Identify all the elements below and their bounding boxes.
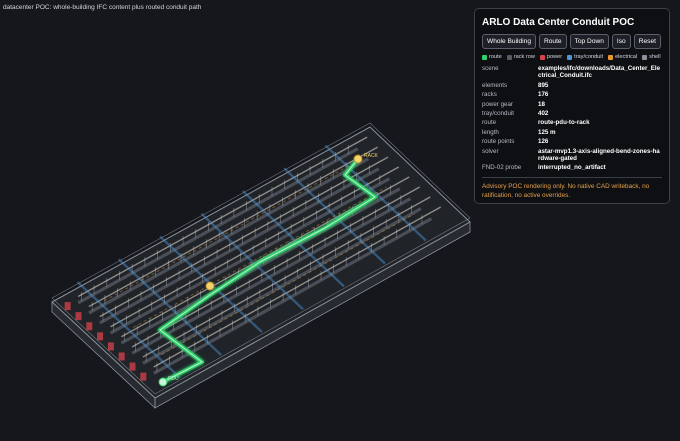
power-unit (140, 372, 147, 381)
detail-value: 126 (538, 138, 549, 146)
view-buttons: Whole Building Route Top Down Iso Reset (482, 34, 662, 49)
detail-value: interrupted_no_artifact (538, 164, 606, 172)
legend-item-electrical: electrical (608, 54, 637, 60)
route-swatch-icon (482, 54, 487, 60)
detail-value: 18 (538, 100, 545, 108)
detail-value: 402 (538, 110, 549, 118)
power-unit (107, 342, 114, 351)
legend-item-rack-row: rack row (506, 54, 535, 60)
legend-item-tray-conduit: tray/conduit (567, 54, 603, 60)
detail-key: elements (482, 81, 508, 89)
top-down-button[interactable]: Top Down (569, 34, 609, 49)
detail-key: length (482, 128, 499, 136)
panel-divider (482, 176, 662, 178)
detail-key: racks (482, 91, 497, 99)
detail-key: scene (482, 65, 499, 72)
power-unit (97, 332, 104, 341)
route-start-marker (158, 377, 168, 387)
details-table: scene examples/ifc/downloads/Data_Center_… (482, 65, 662, 172)
detail-key: FND-02 probe (482, 164, 522, 172)
power-unit (64, 302, 71, 311)
rack-row-swatch-icon (506, 54, 512, 60)
power-unit (86, 322, 93, 331)
reset-button[interactable]: Reset (633, 34, 661, 49)
legend-item-power: power (539, 54, 562, 60)
route-button[interactable]: Route (538, 34, 567, 49)
whole-building-button[interactable]: Whole Building (482, 34, 536, 49)
detail-value: 125 m (538, 128, 556, 136)
power-unit (118, 352, 125, 361)
power-unit (75, 312, 82, 321)
route-start-label: PDU (168, 376, 179, 382)
tray-conduit-swatch-icon (567, 54, 573, 60)
electrical-swatch-icon (608, 54, 614, 60)
power-unit (129, 362, 136, 371)
route-end-marker (353, 154, 363, 164)
detail-key: solver (482, 147, 499, 155)
power-swatch-icon (539, 54, 545, 60)
legend: route rack row power tray/conduit electr… (482, 54, 662, 60)
iso-button[interactable]: Iso (611, 34, 631, 49)
panel-title: ARLO Data Center Conduit POC (482, 17, 635, 28)
detail-value: 176 (538, 91, 549, 99)
detail-key: tray/conduit (482, 110, 514, 118)
probe-marker (205, 281, 215, 291)
detail-key: route (482, 119, 497, 127)
detail-value: examples/ifc/downloads/Data_Center_Elect… (538, 65, 661, 80)
shell-swatch-icon (642, 54, 648, 60)
legend-item-route: route (482, 54, 502, 60)
viewport-caption: datacenter POC: whole-building IFC conte… (3, 4, 202, 11)
detail-key: power gear (482, 100, 513, 108)
advisory-note: Advisory POC rendering only. No native C… (482, 182, 650, 199)
detail-value: 895 (538, 81, 549, 89)
info-panel: ARLO Data Center Conduit POC Whole Build… (474, 8, 670, 204)
route-end-label: RACK (364, 153, 379, 159)
detail-value: astar-mvp1.3-axis-aligned-bend-zones-har… (538, 147, 660, 163)
legend-item-shell: shell (642, 54, 661, 60)
detail-key: route points (482, 138, 515, 146)
detail-value: route-pdu-to-rack (538, 119, 590, 127)
